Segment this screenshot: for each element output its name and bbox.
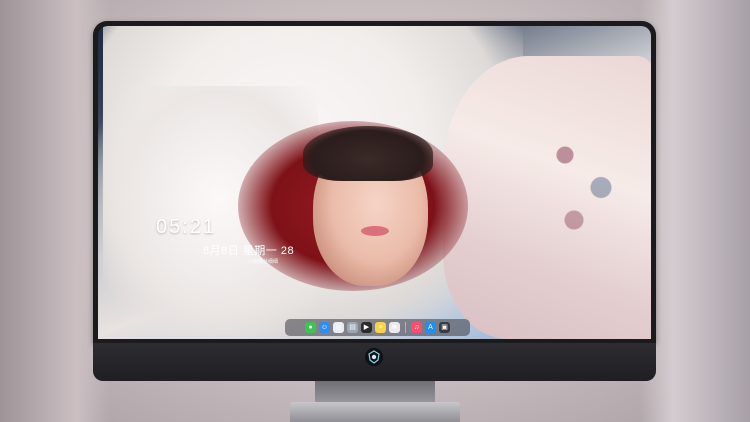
lock-clock: 05:21 xyxy=(156,216,217,238)
appstore-icon[interactable]: A xyxy=(425,322,436,333)
finalcut-icon[interactable]: ▶ xyxy=(361,322,372,333)
kirin-logo-icon xyxy=(365,348,383,366)
background-blur-right xyxy=(640,0,750,422)
music-icon[interactable]: ♫ xyxy=(411,322,422,333)
screenshot-icon[interactable]: ▣ xyxy=(439,322,450,333)
monitor-bezel: 05:21 8月8日 星期一 28 小雨细丝细细 ● ☺ ◎ ▤ ▶ ≡ ❀ ♫ A ▣ xyxy=(93,21,656,343)
wallpaper-lips xyxy=(361,226,389,236)
dock: ● ☺ ◎ ▤ ▶ ≡ ❀ ♫ A ▣ xyxy=(285,319,470,336)
messages-icon[interactable]: ● xyxy=(305,322,316,333)
finder-icon[interactable]: ☺ xyxy=(319,322,330,333)
lock-screen[interactable]: 05:21 8月8日 星期一 28 小雨细丝细细 ● ☺ ◎ ▤ ▶ ≡ ❀ ♫ A ▣ xyxy=(98,26,651,339)
lock-date: 8月8日 星期一 28 xyxy=(203,245,295,257)
wallpaper-pattern xyxy=(538,116,628,246)
monitor-stand-base xyxy=(290,402,460,422)
dock-separator xyxy=(405,322,406,333)
monitor: 05:21 8月8日 星期一 28 小雨细丝细细 ● ☺ ◎ ▤ ▶ ≡ ❀ ♫ A ▣ xyxy=(93,21,656,381)
safari-icon[interactable]: ◎ xyxy=(333,322,344,333)
lock-subline: 小雨细丝细细 xyxy=(248,259,279,265)
preview-icon[interactable]: ▤ xyxy=(347,322,358,333)
photos-icon[interactable]: ❀ xyxy=(389,322,400,333)
wallpaper-hair xyxy=(303,126,433,181)
notes-icon[interactable]: ≡ xyxy=(375,322,386,333)
